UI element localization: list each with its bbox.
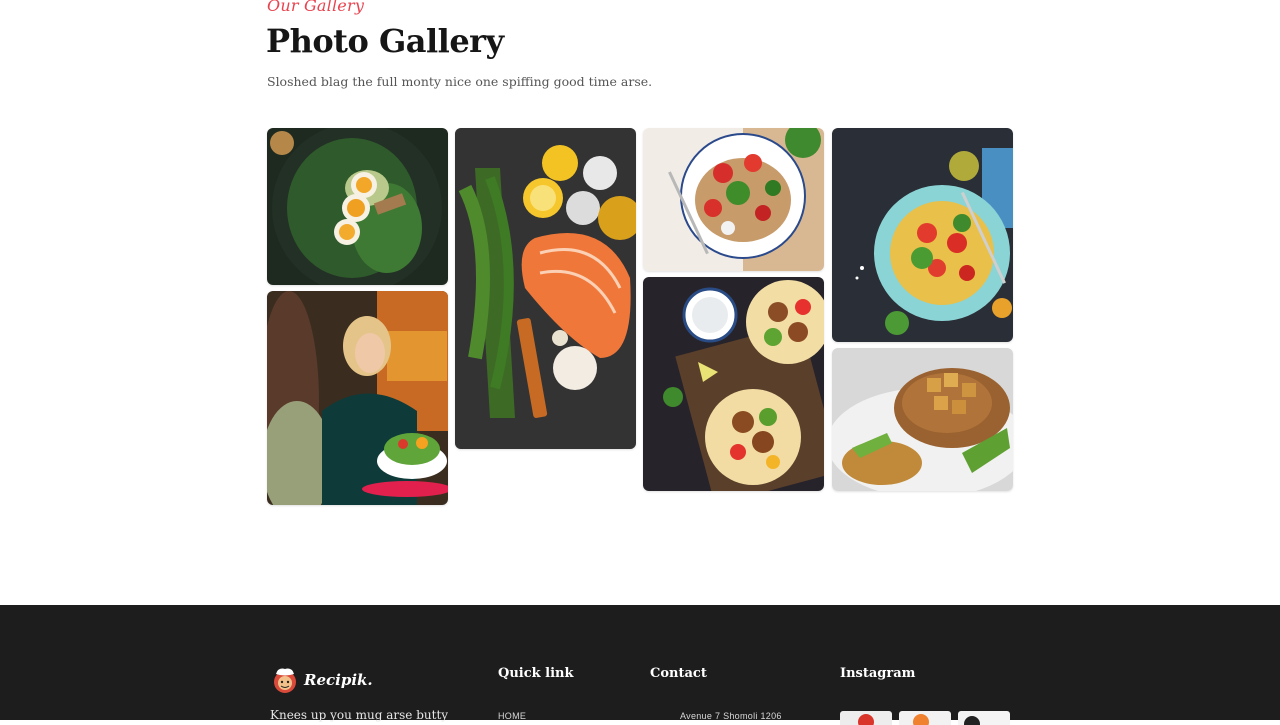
grilled-pork-chop-photo[interactable] — [832, 348, 1013, 491]
instagram-thumb[interactable] — [958, 711, 1010, 725]
salmon-steak-photo[interactable] — [455, 128, 636, 449]
pasta-salad-photo[interactable] — [832, 128, 1013, 342]
chef-logo-icon — [274, 668, 296, 693]
falafel-wraps-photo[interactable] — [643, 277, 824, 491]
instagram-thumb[interactable] — [840, 711, 892, 725]
gallery-eyebrow: Our Gallery — [267, 0, 365, 15]
instagram-heading: Instagram — [840, 666, 916, 681]
vegetable-salad-plate-photo[interactable] — [643, 128, 824, 271]
footer-logo[interactable]: Recipik. — [270, 665, 373, 695]
contact-heading: Contact — [650, 666, 707, 681]
page-title: Photo Gallery — [266, 22, 504, 60]
instagram-thumb[interactable] — [899, 711, 951, 725]
friends-dining-photo[interactable] — [267, 291, 448, 505]
quick-link-heading: Quick link — [498, 666, 574, 681]
egg-avocado-salad-photo[interactable] — [267, 128, 448, 285]
logo-text: Recipik. — [304, 671, 373, 689]
gallery-subtitle: Sloshed blag the full monty nice one spi… — [267, 74, 653, 89]
site-footer: Recipik. Knees up you mug arse butty Qui… — [0, 605, 1280, 725]
